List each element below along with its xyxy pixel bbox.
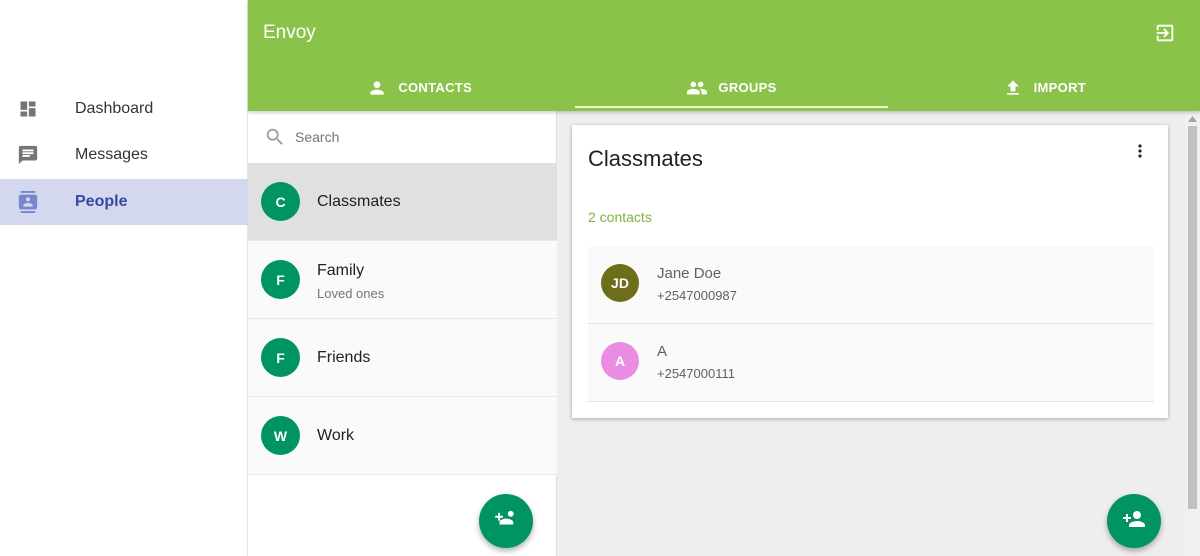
scroll-up-arrow[interactable]	[1185, 111, 1200, 125]
person-icon	[366, 77, 388, 99]
tab-groups[interactable]: GROUPS	[575, 64, 888, 111]
scrollbar[interactable]	[1185, 111, 1200, 556]
group-item-work[interactable]: W Work	[248, 397, 557, 475]
search-bar	[248, 111, 557, 163]
more-vert-icon	[1130, 141, 1150, 166]
tab-label: CONTACTS	[398, 80, 472, 95]
tab-label: GROUPS	[718, 80, 777, 95]
app-title: Envoy	[263, 22, 316, 43]
group-item-classmates[interactable]: C Classmates	[248, 163, 557, 241]
contact-name: Jane Doe	[657, 265, 722, 282]
contact-count: 2 contacts	[588, 209, 652, 225]
group-name: Friends	[317, 349, 371, 366]
contact-phone: +2547000111	[657, 366, 735, 381]
contact-row[interactable]: JD Jane Doe +2547000987	[588, 246, 1154, 324]
group-card: Classmates 2 contacts JD Jane Doe +25470…	[572, 125, 1168, 418]
sidebar-item-label: Dashboard	[75, 100, 154, 117]
add-person-icon	[1122, 507, 1146, 536]
search-input[interactable]	[295, 125, 535, 149]
sidebar-item-messages[interactable]: Messages	[0, 132, 248, 178]
app-header: Envoy CONTACTS GROUPS IMPORT	[248, 0, 1200, 111]
avatar: JD	[601, 264, 639, 302]
more-options-button[interactable]	[1130, 143, 1150, 163]
scroll-thumb[interactable]	[1188, 126, 1197, 509]
avatar: F	[261, 260, 300, 299]
add-contact-button[interactable]	[1107, 494, 1161, 548]
avatar: W	[261, 416, 300, 455]
group-name: Family	[317, 262, 365, 279]
avatar: C	[261, 182, 300, 221]
tab-bar: CONTACTS GROUPS IMPORT	[263, 64, 1200, 111]
group-detail-panel: Classmates 2 contacts JD Jane Doe +25470…	[557, 111, 1185, 556]
avatar: F	[261, 338, 300, 377]
group-item-family[interactable]: F Family Loved ones	[248, 241, 557, 319]
contact-row[interactable]: A A +2547000111	[588, 324, 1154, 402]
contact-name: A	[657, 343, 668, 360]
add-group-button[interactable]	[479, 494, 533, 548]
exit-icon	[1154, 24, 1176, 48]
sidebar-item-dashboard[interactable]: Dashboard	[0, 86, 248, 132]
group-name: Classmates	[317, 193, 401, 210]
tab-import[interactable]: IMPORT	[888, 64, 1200, 111]
upload-icon	[1002, 77, 1024, 99]
contact-phone: +2547000987	[657, 288, 737, 303]
avatar: A	[601, 342, 639, 380]
group-icon	[686, 77, 708, 99]
page-title: Classmates	[588, 146, 703, 171]
sidebar-item-label: Messages	[75, 146, 148, 163]
exit-button[interactable]	[1154, 22, 1176, 44]
dashboard-icon	[17, 98, 39, 120]
groups-list-panel: C Classmates F Family Loved ones F Frien…	[248, 111, 557, 556]
tab-contacts[interactable]: CONTACTS	[263, 64, 575, 111]
group-description: Loved ones	[317, 286, 385, 301]
sidebar-item-label: People	[75, 193, 128, 210]
contacts-icon	[17, 191, 39, 213]
message-icon	[17, 144, 39, 166]
group-item-friends[interactable]: F Friends	[248, 319, 557, 397]
group-name: Work	[317, 427, 355, 444]
sidebar: Dashboard Messages People	[0, 0, 248, 556]
sidebar-item-people[interactable]: People	[0, 179, 248, 225]
tab-label: IMPORT	[1033, 80, 1086, 95]
search-icon	[264, 126, 286, 148]
add-group-icon	[493, 506, 519, 537]
caret-up-icon	[1188, 109, 1197, 127]
